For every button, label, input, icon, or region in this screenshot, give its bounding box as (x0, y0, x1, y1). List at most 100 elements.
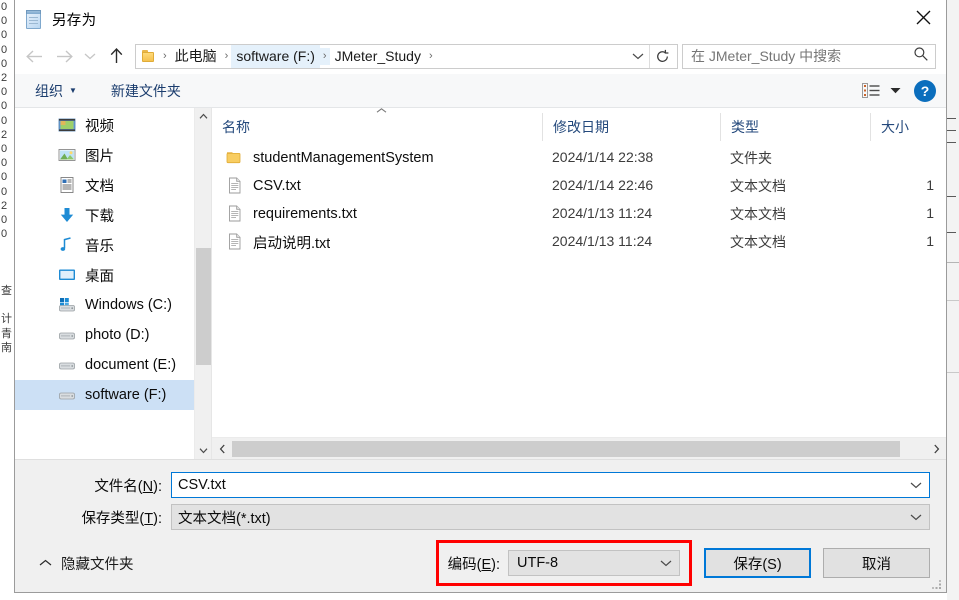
address-bar[interactable]: › 此电脑 › software (F:) › JMeter_Study › (135, 43, 678, 69)
sidebar-item-downloads[interactable]: 下载 (15, 200, 194, 230)
address-dropdown-icon[interactable] (627, 52, 649, 60)
chevron-left-icon[interactable] (212, 438, 232, 460)
sidebar-item-windows-c[interactable]: Windows (C:) (15, 290, 194, 320)
table-row[interactable]: requirements.txt 2024/1/13 11:24 文本文档 1 (212, 200, 946, 228)
column-headers: 名称 修改日期 类型 大小 (212, 113, 946, 141)
close-icon[interactable] (900, 0, 946, 34)
view-layout-icon[interactable] (858, 80, 884, 102)
breadcrumb-separator-2[interactable]: › (319, 47, 330, 65)
chevron-down-icon[interactable] (905, 513, 927, 521)
breadcrumb-software-f[interactable]: software (F:) (231, 44, 320, 68)
dialog-body: 视频 图片 文档 下载 音乐 桌面 Windows (C:) photo (D:… (15, 108, 946, 459)
file-list-horizontal-scrollbar[interactable] (212, 437, 946, 459)
encoding-value: UTF-8 (517, 555, 559, 571)
table-row[interactable]: studentManagementSystem 2024/1/14 22:38 … (212, 144, 946, 172)
table-row[interactable]: CSV.txt 2024/1/14 22:46 文本文档 1 (212, 172, 946, 200)
filetype-label-post: ): (153, 510, 162, 527)
help-icon[interactable]: ? (914, 79, 936, 102)
file-size: 1 (926, 177, 934, 193)
file-date: 2024/1/13 11:24 (552, 205, 653, 221)
chevron-up-icon (39, 554, 52, 572)
sidebar-item-label: 文档 (85, 178, 114, 195)
documents-icon (58, 176, 76, 194)
search-icon[interactable] (913, 46, 929, 67)
filename-label: 文件名(N): (31, 475, 171, 496)
downloads-icon (58, 206, 76, 224)
cancel-button[interactable]: 取消 (823, 548, 930, 578)
new-folder-button[interactable]: 新建文件夹 (105, 77, 187, 105)
encoding-select[interactable]: UTF-8 (508, 550, 680, 576)
text-file-icon (226, 205, 244, 223)
hide-folders-label: 隐藏文件夹 (61, 556, 134, 573)
drive-icon (58, 326, 76, 344)
filetype-select[interactable]: 文本文档(*.txt) (171, 504, 930, 530)
chevron-down-icon[interactable] (655, 559, 677, 567)
refresh-icon[interactable] (649, 44, 675, 68)
sidebar-item-label: 下载 (85, 208, 114, 225)
dialog-footer: 文件名(N): CSV.txt 保存类型(T): 文本文档(*.txt) 隐藏文… (15, 459, 946, 592)
column-header-size[interactable]: 大小 (870, 113, 942, 141)
organize-button[interactable]: 组织 ▼ (29, 77, 83, 105)
sidebar-item-label: Windows (C:) (85, 297, 173, 313)
sidebar-scrollbar[interactable] (194, 108, 211, 459)
filename-input[interactable]: CSV.txt (171, 472, 930, 498)
sidebar-item-desktop[interactable]: 桌面 (15, 260, 194, 290)
filetype-label-pre: 保存类型( (81, 510, 145, 527)
sidebar-item-software-f[interactable]: software (F:) (15, 380, 194, 410)
filename-value: CSV.txt (178, 477, 226, 493)
chevron-down-icon[interactable] (195, 442, 211, 459)
encoding-label-key: E (481, 556, 492, 573)
breadcrumb-this-pc[interactable]: 此电脑 (170, 45, 222, 68)
encoding-highlight-box: 编码(E): UTF-8 (435, 540, 692, 586)
new-folder-label: 新建文件夹 (110, 82, 181, 99)
sidebar-item-label: 视频 (85, 118, 114, 135)
sidebar-item-music[interactable]: 音乐 (15, 230, 194, 260)
breadcrumb-separator-1[interactable]: › (222, 48, 232, 65)
chevron-right-icon[interactable] (926, 438, 946, 460)
music-icon (58, 236, 76, 254)
breadcrumb-separator-0[interactable]: › (160, 48, 170, 65)
view-dropdown-icon[interactable] (884, 80, 906, 102)
navigation-bar: › 此电脑 › software (F:) › JMeter_Study › 在… (15, 38, 946, 74)
column-header-type[interactable]: 类型 (720, 113, 870, 141)
dialog-title: 另存为 (52, 12, 97, 29)
file-type: 文本文档 (730, 206, 786, 222)
breadcrumb-jmeter-study[interactable]: JMeter_Study (330, 45, 426, 68)
filetype-row: 保存类型(T): 文本文档(*.txt) (31, 504, 930, 530)
sidebar-item-pictures[interactable]: 图片 (15, 140, 194, 170)
up-button[interactable] (101, 42, 131, 70)
sidebar-scrollbar-thumb[interactable] (196, 248, 211, 365)
hide-folders-button[interactable]: 隐藏文件夹 (31, 553, 134, 574)
search-placeholder: 在 JMeter_Study 中搜索 (691, 48, 842, 64)
sidebar-item-videos[interactable]: 视频 (15, 110, 194, 140)
sidebar-item-label: 桌面 (85, 268, 114, 285)
file-rows: studentManagementSystem 2024/1/14 22:38 … (212, 144, 946, 431)
chevron-down-icon: ▼ (69, 86, 77, 95)
hscroll-track[interactable] (232, 438, 926, 460)
sidebar-item-documents[interactable]: 文档 (15, 170, 194, 200)
table-row[interactable]: 启动说明.txt 2024/1/13 11:24 文本文档 1 (212, 228, 946, 256)
chevron-up-icon[interactable] (195, 108, 211, 125)
back-button[interactable] (19, 42, 49, 70)
column-header-name[interactable]: 名称 (212, 113, 542, 141)
resize-grip[interactable] (930, 577, 942, 589)
column-header-date[interactable]: 修改日期 (542, 113, 720, 141)
command-bar: 组织 ▼ 新建文件夹 ? (15, 74, 946, 108)
encoding-label-post: ): (491, 556, 500, 573)
column-header-label: 修改日期 (553, 119, 609, 135)
hscroll-thumb[interactable] (232, 440, 900, 457)
sidebar-item-photo-d[interactable]: photo (D:) (15, 320, 194, 350)
file-size: 1 (926, 233, 934, 249)
filename-label-key: N (142, 478, 154, 495)
chevron-down-icon[interactable] (905, 481, 927, 489)
filename-label-pre: 文件名( (94, 478, 143, 495)
breadcrumb-separator-3[interactable]: › (426, 48, 436, 65)
filename-row: 文件名(N): CSV.txt (31, 472, 930, 498)
recent-locations-button[interactable] (79, 42, 101, 70)
search-input[interactable]: 在 JMeter_Study 中搜索 (682, 43, 936, 69)
sidebar-item-label: 音乐 (85, 238, 114, 255)
sidebar-item-document-e[interactable]: document (E:) (15, 350, 194, 380)
save-button[interactable]: 保存(S) (704, 548, 811, 578)
forward-button[interactable] (49, 42, 79, 70)
file-name: requirements.txt (253, 206, 357, 222)
